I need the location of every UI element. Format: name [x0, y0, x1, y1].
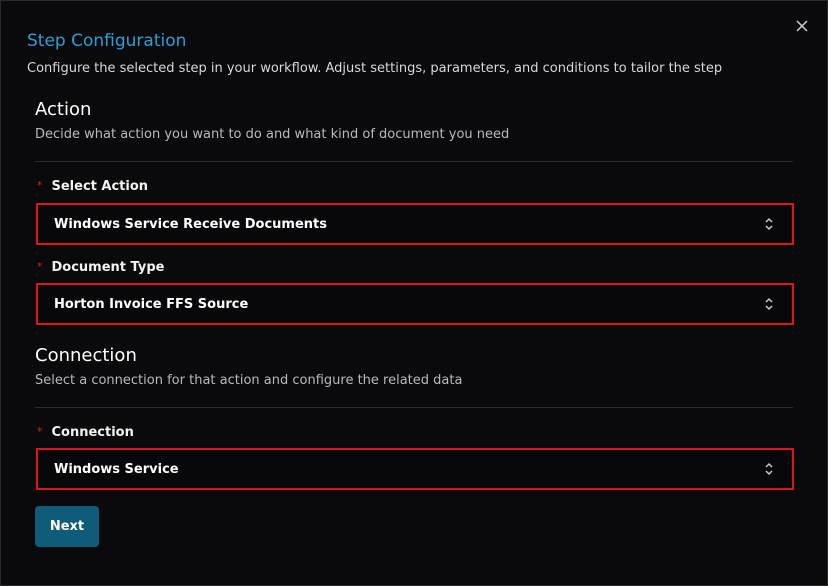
dialog-subtitle: Configure the selected step in your work… [27, 61, 723, 76]
select-action-label-text: Select Action [51, 179, 149, 194]
close-icon[interactable] [795, 19, 809, 33]
action-section-title: Action [35, 99, 92, 120]
select-action-label: * Select Action [37, 179, 148, 194]
document-type-label-text: Document Type [51, 260, 165, 275]
document-type-label: * Document Type [37, 260, 164, 275]
action-section-description: Decide what action you want to do and wh… [35, 127, 510, 142]
connection-value: Windows Service [54, 461, 179, 477]
section-divider [35, 161, 793, 162]
connection-label-text: Connection [51, 425, 134, 440]
required-mark: * [37, 260, 43, 273]
connection-dropdown[interactable]: Windows Service [36, 448, 794, 490]
connection-section-description: Select a connection for that action and … [35, 373, 463, 388]
required-mark: * [37, 425, 43, 438]
chevron-up-down-icon [765, 218, 773, 230]
section-divider [35, 407, 793, 408]
next-button[interactable]: Next [35, 506, 99, 547]
required-mark: * [37, 179, 43, 192]
connection-section-title: Connection [35, 345, 137, 366]
connection-label: * Connection [37, 425, 134, 440]
document-type-dropdown[interactable]: Horton Invoice FFS Source [36, 283, 794, 325]
chevron-up-down-icon [765, 463, 773, 475]
step-configuration-dialog: Step Configuration Configure the selecte… [0, 0, 828, 586]
select-action-dropdown[interactable]: Windows Service Receive Documents [36, 203, 794, 245]
document-type-value: Horton Invoice FFS Source [54, 296, 249, 312]
select-action-value: Windows Service Receive Documents [54, 216, 328, 232]
dialog-title: Step Configuration [27, 31, 187, 51]
chevron-up-down-icon [765, 298, 773, 310]
